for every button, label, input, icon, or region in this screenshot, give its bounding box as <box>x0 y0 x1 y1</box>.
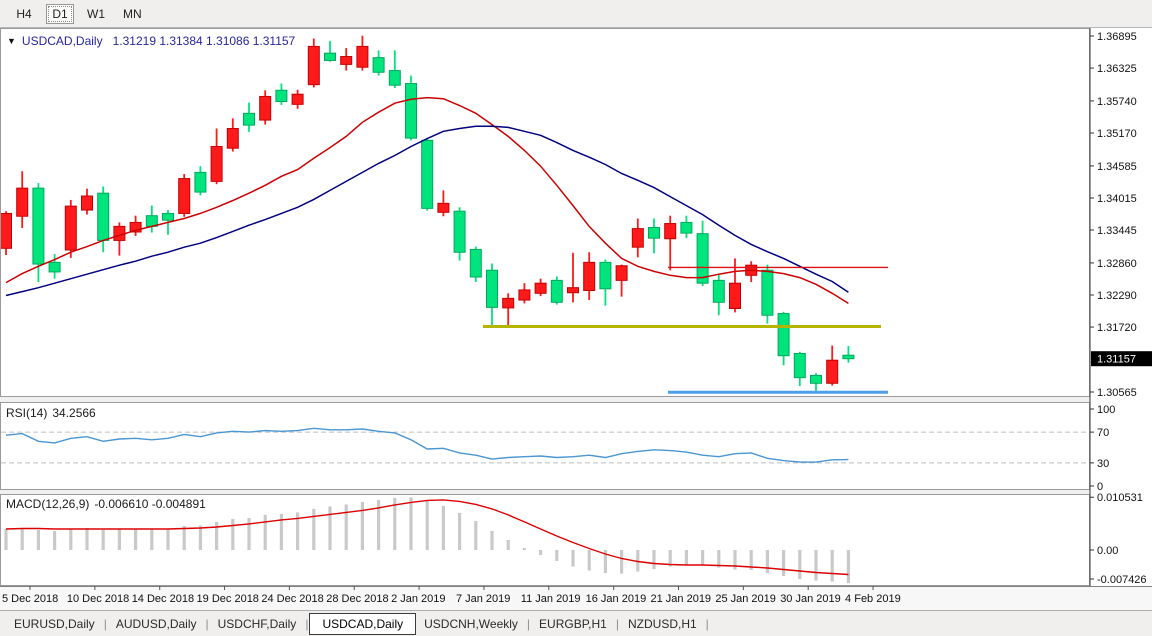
rsi-panel-bg[interactable] <box>1 403 1090 490</box>
chart-tab-audusd-daily[interactable]: AUDUSD,Daily <box>108 614 205 634</box>
tab-separator: | <box>705 617 710 631</box>
rsi-tick-label: 70 <box>1097 427 1109 439</box>
current-price-label: 1.31157 <box>1097 354 1136 366</box>
chart-canvas[interactable]: 1.36895 1.36325 1.35740 1.35170 1.34585 1.340… <box>0 28 1152 610</box>
chart-tab-usdcad-daily[interactable]: USDCAD,Daily <box>309 613 416 635</box>
price-tick-label: 1.35170 <box>1097 128 1137 140</box>
timeframe-toolbar: H4 D1 W1 MN <box>0 0 1152 28</box>
rsi-tick-label: 100 <box>1097 404 1115 416</box>
macd-values: -0.006610 -0.004891 <box>94 497 205 511</box>
price-tick-label: 1.33445 <box>1097 225 1137 237</box>
timeframe-button-mn[interactable]: MN <box>118 4 147 24</box>
date-tick-label: 7 Jan 2019 <box>456 593 510 605</box>
chart-tab-usdcnh-weekly[interactable]: USDCNH,Weekly <box>416 614 526 634</box>
timeframe-button-w1[interactable]: W1 <box>82 4 110 24</box>
macd-tick-label: 0.010531 <box>1097 492 1143 504</box>
price-tick-label: 1.30565 <box>1097 387 1137 399</box>
chart-tabs-bar: EURUSD,Daily|AUDUSD,Daily|USDCHF,Daily|U… <box>0 610 1152 636</box>
macd-name: MACD(12,26,9) <box>6 497 89 511</box>
date-tick-label: 25 Jan 2019 <box>715 593 776 605</box>
date-tick-label: 5 Dec 2018 <box>2 593 58 605</box>
symbol-dropdown-icon[interactable]: ▼ <box>7 36 16 46</box>
price-tick-label: 1.36325 <box>1097 63 1137 75</box>
rsi-tick-label: 0 <box>1097 481 1103 493</box>
date-tick-label: 30 Jan 2019 <box>780 593 841 605</box>
date-tick-label: 14 Dec 2018 <box>132 593 194 605</box>
date-tick-label: 11 Jan 2019 <box>521 593 581 605</box>
chart-tab-eurgbp-h1[interactable]: EURGBP,H1 <box>531 614 615 634</box>
rsi-value: 34.2566 <box>52 406 95 420</box>
price-tick-label: 1.31720 <box>1097 322 1137 334</box>
mt4-window: H4D1W1MN 1.368951.363251.357401.351701.3… <box>0 0 1152 636</box>
date-tick-label: 2 Jan 2019 <box>391 593 445 605</box>
chart-tab-usdchf-daily[interactable]: USDCHF,Daily <box>210 614 305 634</box>
macd-tick-label: 0.00 <box>1097 545 1118 557</box>
macd-indicator-label: MACD(12,26,9) -0.006610 -0.004891 <box>6 497 206 511</box>
date-tick-label: 16 Jan 2019 <box>586 593 647 605</box>
date-tick-label: 21 Jan 2019 <box>651 593 712 605</box>
timeframe-button-h4[interactable]: H4 <box>10 4 38 24</box>
timeframe-button-d1[interactable]: D1 <box>46 4 74 24</box>
price-tick-label: 1.34015 <box>1097 193 1137 205</box>
chart-area: 1.36895 1.36325 1.35740 1.35170 1.34585 1.340… <box>0 28 1152 610</box>
price-tick-label: 1.32860 <box>1097 258 1137 270</box>
date-tick-label: 19 Dec 2018 <box>197 593 259 605</box>
price-tick-label: 1.36895 <box>1097 31 1137 43</box>
rsi-tick-label: 30 <box>1097 458 1109 470</box>
chart-tab-nzdusd-h1[interactable]: NZDUSD,H1 <box>620 614 705 634</box>
chart-tab-eurusd-daily[interactable]: EURUSD,Daily <box>6 614 103 634</box>
price-tick-label: 1.32290 <box>1097 290 1137 302</box>
date-tick-label: 24 Dec 2018 <box>261 593 323 605</box>
price-tick-label: 1.34585 <box>1097 161 1137 173</box>
date-tick-label: 4 Feb 2019 <box>845 593 901 605</box>
rsi-name: RSI(14) <box>6 406 47 420</box>
date-tick-label: 28 Dec 2018 <box>326 593 388 605</box>
date-tick-label: 10 Dec 2018 <box>67 593 129 605</box>
price-panel-bg[interactable] <box>1 29 1090 397</box>
macd-tick-label: -0.007426 <box>1097 574 1147 586</box>
rsi-indicator-label: RSI(14) 34.2566 <box>6 406 96 420</box>
price-tick-label: 1.35740 <box>1097 96 1137 108</box>
